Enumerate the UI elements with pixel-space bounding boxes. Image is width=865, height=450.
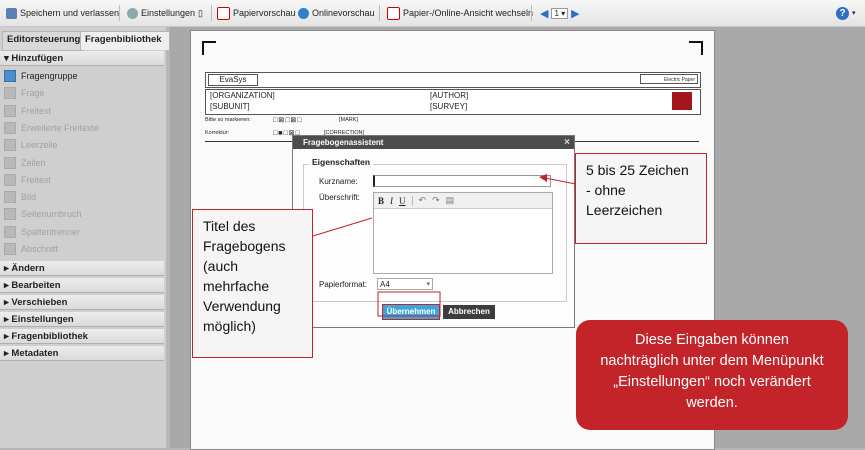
title-callout: Titel des Fragebogens (auch mehrfache Ve… xyxy=(192,209,313,358)
shortname-callout: 5 bis 25 Zeichen - ohne Leerzeichen xyxy=(575,153,707,244)
note-callout: Diese Eingaben können nachträglich unter… xyxy=(576,320,848,430)
